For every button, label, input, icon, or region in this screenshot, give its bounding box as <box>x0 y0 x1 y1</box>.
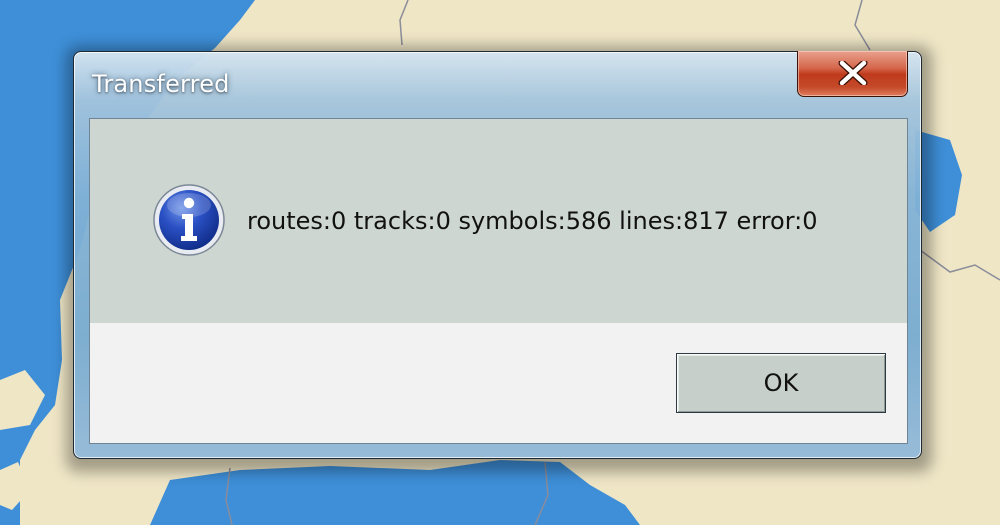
dialog-title: Transferred <box>92 70 230 98</box>
ok-button[interactable]: OK <box>676 353 886 413</box>
info-icon <box>153 184 225 256</box>
transfer-summary-message: routes:0 tracks:0 symbols:586 lines:817 … <box>247 207 818 235</box>
message-area: routes:0 tracks:0 symbols:586 lines:817 … <box>90 119 907 323</box>
close-icon <box>838 61 868 85</box>
dialog-client-area: routes:0 tracks:0 symbols:586 lines:817 … <box>89 118 908 444</box>
ok-button-label: OK <box>763 369 799 397</box>
dialog-titlebar[interactable]: Transferred <box>74 52 921 118</box>
close-button[interactable] <box>797 51 908 97</box>
transferred-dialog: Transferred routes:0 tracks:0 symbols:58… <box>73 51 922 459</box>
